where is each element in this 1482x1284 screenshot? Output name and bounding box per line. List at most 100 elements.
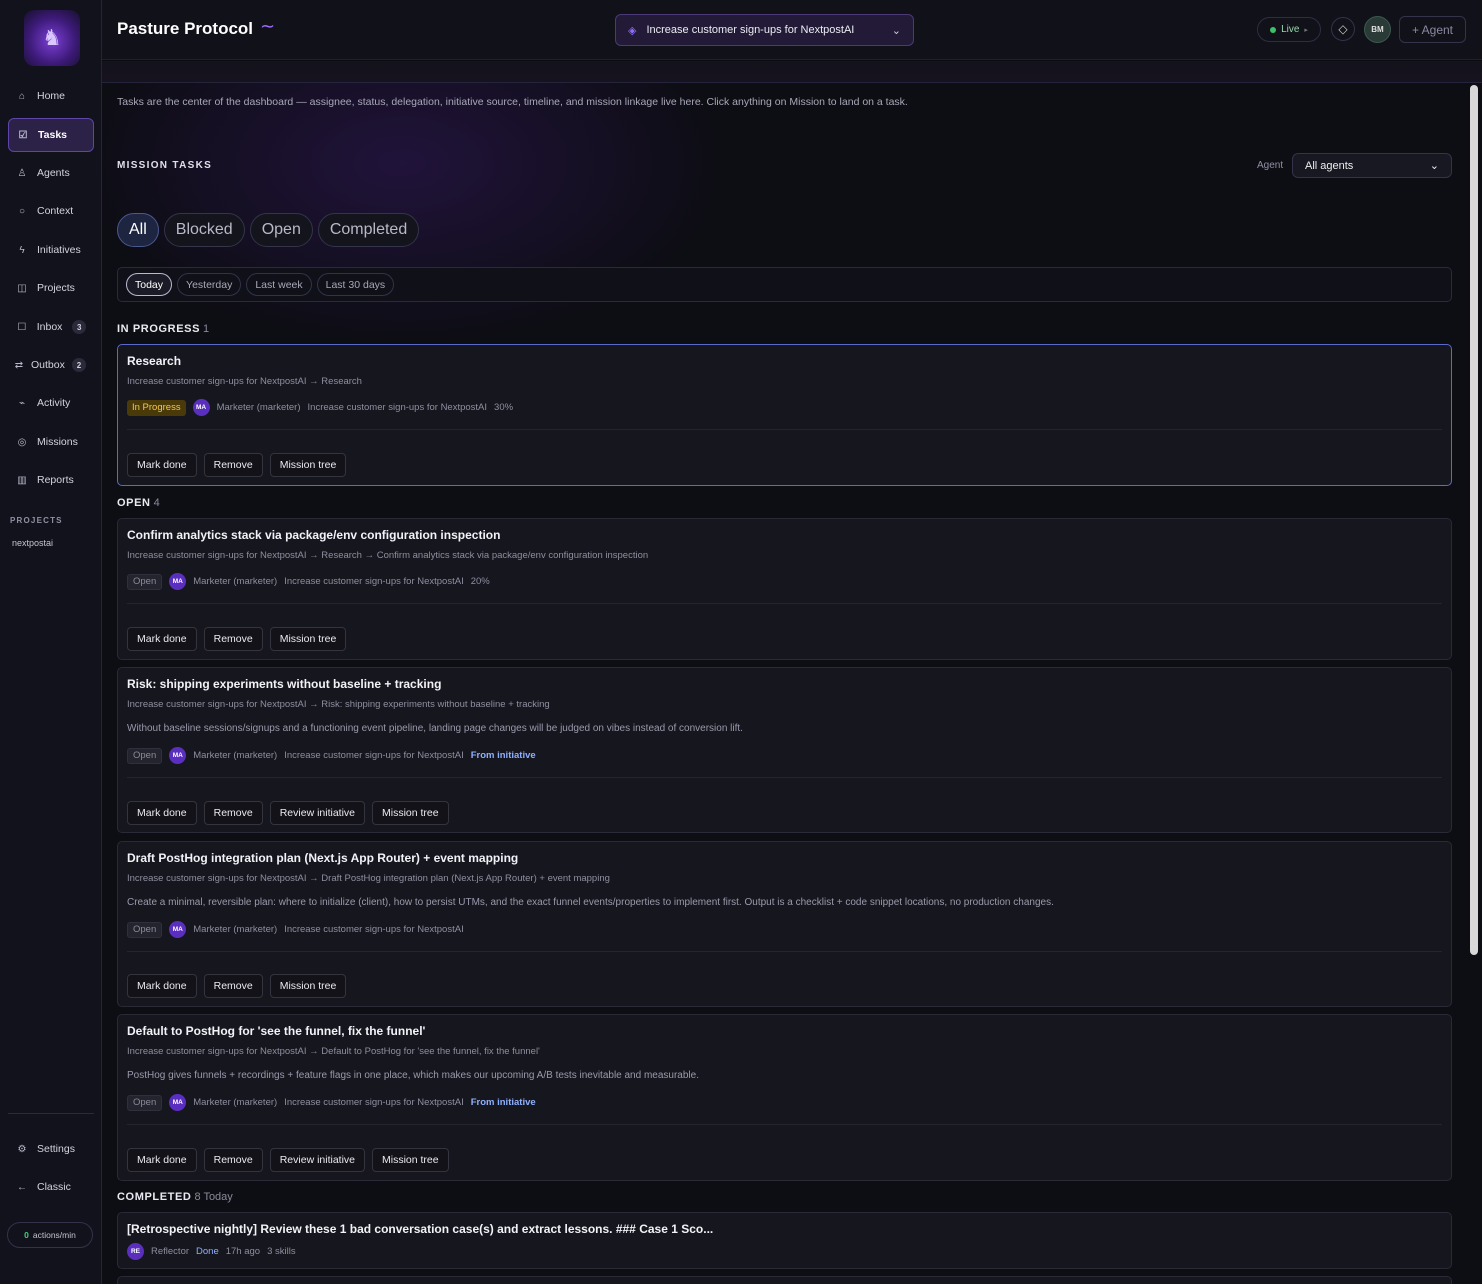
target-icon: ◎: [17, 436, 27, 448]
sidebar-item-label: Settings: [37, 1143, 75, 1155]
task-card[interactable]: [Retrospective nightly] Review these 1 b…: [117, 1212, 1452, 1269]
mission-selector[interactable]: ◈ Increase customer sign-ups for Nextpos…: [615, 14, 914, 46]
review-initiative-button[interactable]: Review initiative: [269, 801, 365, 825]
task-title: Default to PostHog for 'see the funnel, …: [127, 1024, 426, 1038]
sidebar-item-outbox[interactable]: ⇄ Outbox 2: [8, 348, 94, 382]
tab-blocked[interactable]: Blocked: [163, 213, 245, 247]
task-card[interactable]: Default to PostHog for 'see the funnel, …: [117, 1014, 1452, 1181]
task-card[interactable]: Confirm analytics stack via package/env …: [117, 518, 1452, 660]
review-initiative-button[interactable]: Review initiative: [269, 1148, 365, 1172]
date-filter-today[interactable]: Today: [126, 273, 173, 296]
sidebar-item-activity[interactable]: ⌁ Activity: [8, 386, 94, 420]
sidebar-item-settings[interactable]: ⚙ Settings: [8, 1132, 94, 1166]
sidebar-item-classic[interactable]: ← Classic: [8, 1170, 94, 1204]
task-actions: Mark done Remove Mission tree: [127, 627, 347, 651]
context-icon: ○: [18, 205, 26, 217]
task-actions: Mark done Remove Review initiative Missi…: [127, 801, 449, 825]
remove-button[interactable]: Remove: [203, 453, 263, 477]
sidebar-item-label: Initiatives: [37, 244, 81, 256]
gear-icon: ⚙: [17, 1143, 27, 1155]
avatar: MA: [169, 921, 187, 938]
home-icon: ⌂: [18, 90, 26, 102]
diamond-button[interactable]: ◇: [1331, 17, 1355, 41]
sidebar-item-label: Missions: [37, 436, 78, 448]
task-path: Increase customer sign-ups for NextpostA…: [127, 699, 550, 710]
diamond-outline-icon: ◇: [1338, 22, 1348, 36]
sidebar-item-home[interactable]: ⌂ Home: [8, 79, 94, 113]
date-filter-yesterday[interactable]: Yesterday: [177, 273, 242, 296]
avatar: MA: [192, 399, 210, 416]
task-time: 17h ago: [225, 1246, 261, 1257]
group-count: 8 Today: [194, 1191, 233, 1203]
checkbox-icon: ☑: [18, 129, 28, 141]
task-agent: Marketer (marketer): [193, 1097, 278, 1108]
date-filter-last-week[interactable]: Last week: [246, 273, 312, 296]
sidebar-item-projects[interactable]: ◫ Projects: [8, 271, 94, 305]
sidebar-item-inbox[interactable]: ☐ Inbox 3: [8, 310, 94, 344]
task-path: Increase customer sign-ups for NextpostA…: [127, 873, 610, 884]
user-avatar[interactable]: BM: [1364, 16, 1391, 43]
task-path: Increase customer sign-ups for NextpostA…: [127, 550, 649, 561]
remove-button[interactable]: Remove: [203, 974, 263, 998]
mark-done-button[interactable]: Mark done: [127, 627, 197, 651]
remove-button[interactable]: Remove: [203, 801, 263, 825]
task-card[interactable]: Research Increase customer sign-ups for …: [117, 344, 1452, 486]
sidebar-item-agents[interactable]: ♙ Agents: [8, 156, 94, 190]
mission-tree-button[interactable]: Mission tree: [269, 627, 347, 651]
date-filter-last-30-days[interactable]: Last 30 days: [316, 273, 395, 296]
sidebar: ♞ ⌂ Home ☑ Tasks ♙ Agents ○ Context ϟ In…: [0, 0, 102, 1284]
task-card[interactable]: Draft PostHog integration plan (Next.js …: [117, 841, 1452, 1007]
app-title: Pasture Protocol: [117, 19, 254, 38]
tab-open[interactable]: Open: [249, 213, 313, 247]
table-icon: ▥: [17, 474, 27, 486]
sidebar-divider: [8, 1113, 94, 1114]
from-initiative-link[interactable]: From initiative: [471, 1097, 536, 1108]
task-path: Increase customer sign-ups for NextpostA…: [127, 376, 362, 387]
task-skills: 3 skills: [267, 1246, 296, 1257]
mission-tree-button[interactable]: Mission tree: [372, 801, 449, 825]
sidebar-item-reports[interactable]: ▥ Reports: [8, 463, 94, 497]
task-mission: Increase customer sign-ups for NextpostA…: [284, 750, 464, 761]
chevron-down-icon: ⌄: [1429, 160, 1439, 172]
sidebar-item-label: Outbox: [31, 359, 65, 371]
mission-tree-button[interactable]: Mission tree: [269, 453, 347, 477]
task-description: PostHog gives funnels + recordings + fea…: [127, 1070, 699, 1081]
mark-done-button[interactable]: Mark done: [127, 801, 197, 825]
card-divider: [127, 603, 1442, 604]
mark-done-button[interactable]: Mark done: [127, 974, 197, 998]
task-actions: Mark done Remove Mission tree: [127, 453, 347, 477]
card-divider: [127, 1124, 1442, 1125]
remove-button[interactable]: Remove: [203, 1148, 263, 1172]
tab-completed[interactable]: Completed: [317, 213, 420, 247]
mission-tree-button[interactable]: Mission tree: [372, 1148, 449, 1172]
tab-all[interactable]: All: [117, 213, 159, 247]
status-badge: Open: [127, 921, 163, 938]
task-meta: Open MA Marketer (marketer) Increase cus…: [127, 747, 536, 764]
task-meta: Open MA Marketer (marketer) Increase cus…: [127, 1094, 536, 1111]
sidebar-item-label: Agents: [37, 167, 70, 179]
arrow-left-icon: ←: [17, 1181, 27, 1193]
main-content: Tasks are the center of the dashboard — …: [102, 83, 1482, 1284]
agent-filter-select[interactable]: All agents ⌄: [1292, 153, 1452, 178]
agent-filter-label: Agent: [1257, 160, 1284, 171]
mark-done-button[interactable]: Mark done: [127, 453, 197, 477]
pulse-icon: ⌁: [18, 397, 26, 409]
app-logo[interactable]: ♞: [24, 10, 80, 66]
project-link-nextpostai[interactable]: nextpostai: [12, 538, 53, 548]
task-card[interactable]: [117, 1276, 1452, 1284]
sidebar-item-initiatives[interactable]: ϟ Initiatives: [8, 233, 94, 267]
scrollbar[interactable]: [1470, 85, 1478, 955]
from-initiative-link[interactable]: From initiative: [471, 750, 536, 761]
remove-button[interactable]: Remove: [203, 627, 263, 651]
actions-per-min-label: actions/min: [32, 1230, 76, 1240]
task-mission: Increase customer sign-ups for NextpostA…: [284, 576, 464, 587]
avatar: MA: [169, 747, 187, 764]
task-card[interactable]: Risk: shipping experiments without basel…: [117, 667, 1452, 833]
mark-done-button[interactable]: Mark done: [127, 1148, 197, 1172]
sidebar-item-tasks[interactable]: ☑ Tasks: [8, 118, 94, 152]
live-status-toggle[interactable]: Live ▸: [1257, 17, 1321, 42]
sidebar-item-missions[interactable]: ◎ Missions: [8, 425, 94, 459]
sidebar-item-context[interactable]: ○ Context: [8, 194, 94, 228]
add-agent-button[interactable]: + Agent: [1399, 16, 1466, 43]
mission-tree-button[interactable]: Mission tree: [269, 974, 347, 998]
